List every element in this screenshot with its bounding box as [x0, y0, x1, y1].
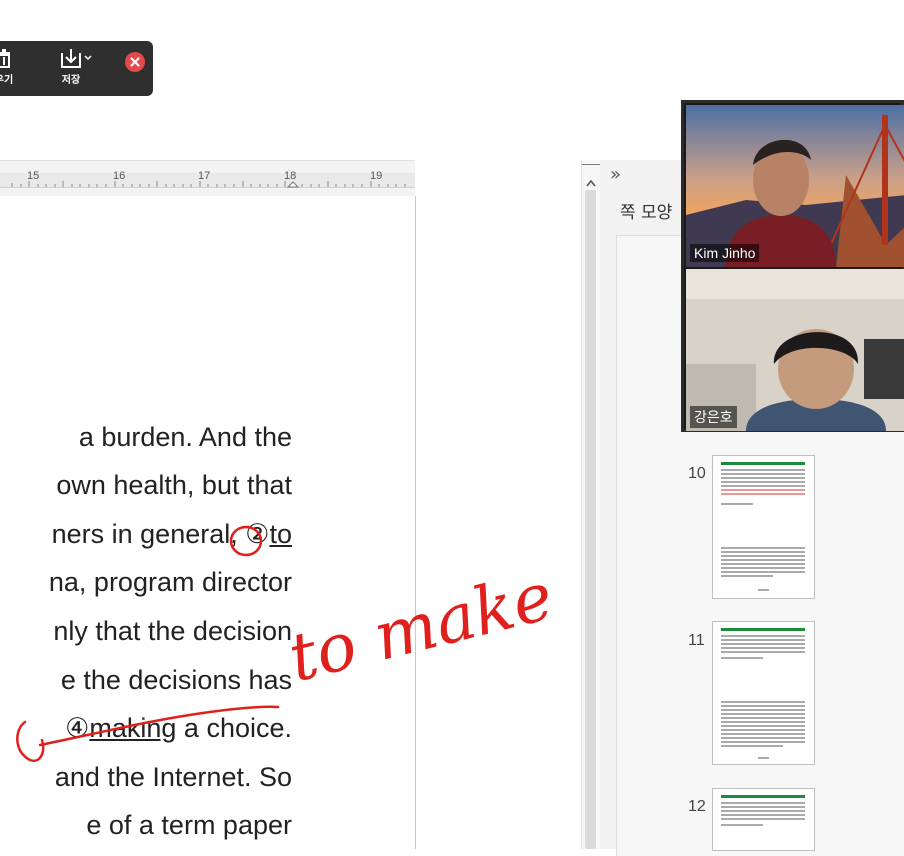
video-call-panel: Kim Jinho 강은호	[681, 100, 904, 432]
handwritten-note: to make	[281, 557, 560, 720]
pane-title: 쪽 모양	[620, 203, 673, 223]
thumbnail-preview	[721, 628, 805, 759]
page-number: 11	[688, 632, 705, 649]
page-thumbnail[interactable]	[712, 788, 815, 851]
vertical-scrollbar[interactable]	[581, 160, 600, 849]
annotation-stroke	[38, 705, 280, 747]
page-number: 10	[688, 465, 706, 482]
pen-annotation-layer	[16, 525, 280, 763]
annotation-circle	[229, 525, 263, 557]
page-thumbnail[interactable]	[712, 621, 815, 765]
thumbnail-preview	[721, 795, 805, 826]
participant-name: 강은호	[690, 406, 737, 428]
scroll-thumb[interactable]	[585, 190, 596, 849]
thumbnail-preview	[721, 462, 805, 591]
page-thumbnail[interactable]	[712, 455, 815, 599]
participant-name: Kim Jinho	[690, 244, 760, 262]
scroll-divider	[582, 164, 600, 169]
page-number: 12	[688, 798, 706, 815]
chevron-up-icon[interactable]	[585, 178, 597, 188]
participant-video	[686, 105, 904, 267]
collapse-pane-button[interactable]: »	[610, 164, 621, 185]
video-tile-kim-jinho[interactable]: Kim Jinho	[686, 105, 904, 267]
video-tile-kang-eunho[interactable]: 강은호	[686, 269, 904, 431]
annotation-circle	[16, 720, 45, 763]
